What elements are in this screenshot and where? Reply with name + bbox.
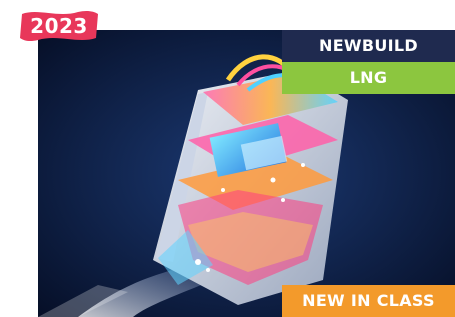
new-in-class-tag: NEW IN CLASS bbox=[282, 285, 455, 317]
newbuild-tag: NEWBUILD bbox=[282, 30, 455, 62]
lng-tag: LNG bbox=[282, 62, 455, 94]
year-label: 2023 bbox=[30, 14, 88, 38]
year-badge: 2023 bbox=[18, 8, 100, 44]
ship-card[interactable]: 2023 NEWBUILD LNG NEW IN CLASS bbox=[0, 0, 455, 317]
